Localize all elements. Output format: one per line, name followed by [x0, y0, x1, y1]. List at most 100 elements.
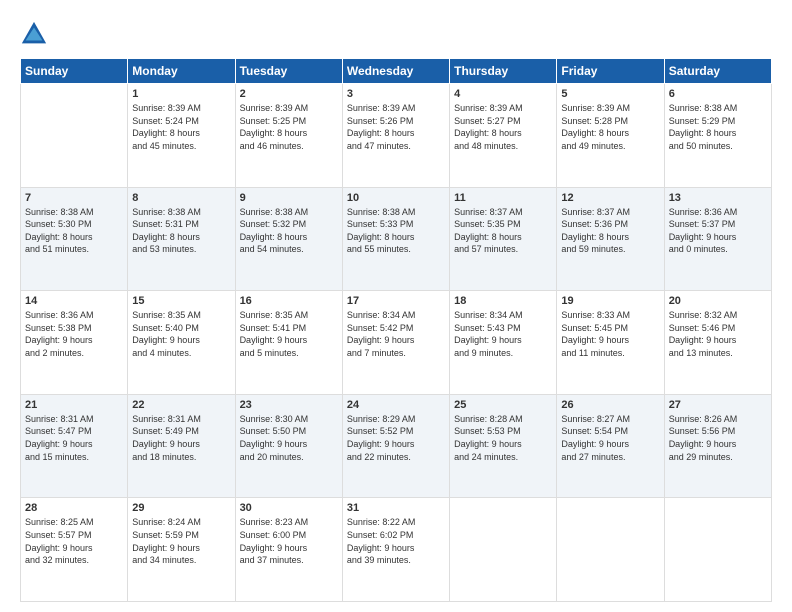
calendar-cell: 29Sunrise: 8:24 AM Sunset: 5:59 PM Dayli… — [128, 498, 235, 602]
day-number: 24 — [347, 399, 445, 411]
calendar-cell: 16Sunrise: 8:35 AM Sunset: 5:41 PM Dayli… — [235, 291, 342, 395]
day-number: 14 — [25, 295, 123, 307]
day-info: Sunrise: 8:39 AM Sunset: 5:25 PM Dayligh… — [240, 102, 338, 152]
day-number: 5 — [561, 88, 659, 100]
calendar-table: SundayMondayTuesdayWednesdayThursdayFrid… — [20, 58, 772, 602]
day-info: Sunrise: 8:27 AM Sunset: 5:54 PM Dayligh… — [561, 413, 659, 463]
calendar-cell: 8Sunrise: 8:38 AM Sunset: 5:31 PM Daylig… — [128, 187, 235, 291]
calendar-cell: 24 Sunrise: 8:29 AM Sunset: 5:52 PM Dayli… — [342, 394, 449, 498]
week-row-4: 28 Sunrise: 8:25 AM Sunset: 5:57 PM Dayli… — [21, 498, 772, 602]
calendar-cell: 1 Sunrise: 8:39 AM Sunset: 5:24 PM Daylig… — [128, 84, 235, 188]
day-header-thursday: Thursday — [450, 59, 557, 84]
day-info: Sunrise: 8:30 AM Sunset: 5:50 PM Dayligh… — [240, 413, 338, 463]
day-info: Sunrise: 8:36 AM Sunset: 5:37 PM Dayligh… — [669, 206, 767, 256]
calendar-cell: 10 Sunrise: 8:38 AM Sunset: 5:33 PM Dayli… — [342, 187, 449, 291]
calendar-cell: 14 Sunrise: 8:36 AM Sunset: 5:38 PM Dayli… — [21, 291, 128, 395]
week-row-2: 14 Sunrise: 8:36 AM Sunset: 5:38 PM Dayli… — [21, 291, 772, 395]
day-number: 6 — [669, 88, 767, 100]
day-info: Sunrise: 8:24 AM Sunset: 5:59 PM Dayligh… — [132, 516, 230, 566]
day-number: 25 — [454, 399, 552, 411]
day-info: Sunrise: 8:34 AM Sunset: 5:42 PM Dayligh… — [347, 309, 445, 359]
day-number: 11 — [454, 192, 552, 204]
day-info: Sunrise: 8:29 AM Sunset: 5:52 PM Dayligh… — [347, 413, 445, 463]
logo-icon — [20, 20, 48, 48]
calendar-cell: 20 Sunrise: 8:32 AM Sunset: 5:46 PM Dayli… — [664, 291, 771, 395]
day-number: 7 — [25, 192, 123, 204]
day-number: 30 — [240, 502, 338, 514]
day-number: 9 — [240, 192, 338, 204]
day-info: Sunrise: 8:39 AM Sunset: 5:24 PM Dayligh… — [132, 102, 230, 152]
calendar-cell: 31 Sunrise: 8:22 AM Sunset: 6:02 PM Dayli… — [342, 498, 449, 602]
day-info: Sunrise: 8:35 AM Sunset: 5:41 PM Dayligh… — [240, 309, 338, 359]
day-info: Sunrise: 8:38 AM Sunset: 5:31 PM Dayligh… — [132, 206, 230, 256]
calendar-cell — [664, 498, 771, 602]
calendar-cell — [21, 84, 128, 188]
day-number: 10 — [347, 192, 445, 204]
calendar-cell: 6 Sunrise: 8:38 AM Sunset: 5:29 PM Daylig… — [664, 84, 771, 188]
calendar-cell: 19Sunrise: 8:33 AM Sunset: 5:45 PM Dayli… — [557, 291, 664, 395]
day-info: Sunrise: 8:37 AM Sunset: 5:36 PM Dayligh… — [561, 206, 659, 256]
day-info: Sunrise: 8:39 AM Sunset: 5:27 PM Dayligh… — [454, 102, 552, 152]
calendar-cell — [450, 498, 557, 602]
day-info: Sunrise: 8:32 AM Sunset: 5:46 PM Dayligh… — [669, 309, 767, 359]
calendar-cell: 12 Sunrise: 8:37 AM Sunset: 5:36 PM Dayli… — [557, 187, 664, 291]
calendar-cell: 9 Sunrise: 8:38 AM Sunset: 5:32 PM Daylig… — [235, 187, 342, 291]
day-info: Sunrise: 8:38 AM Sunset: 5:30 PM Dayligh… — [25, 206, 123, 256]
header-row: SundayMondayTuesdayWednesdayThursdayFrid… — [21, 59, 772, 84]
day-header-wednesday: Wednesday — [342, 59, 449, 84]
logo — [20, 20, 52, 48]
calendar-cell: 25 Sunrise: 8:28 AM Sunset: 5:53 PM Dayli… — [450, 394, 557, 498]
day-number: 1 — [132, 88, 230, 100]
day-info: Sunrise: 8:23 AM Sunset: 6:00 PM Dayligh… — [240, 516, 338, 566]
day-info: Sunrise: 8:31 AM Sunset: 5:47 PM Dayligh… — [25, 413, 123, 463]
day-number: 26 — [561, 399, 659, 411]
week-row-3: 21 Sunrise: 8:31 AM Sunset: 5:47 PM Dayli… — [21, 394, 772, 498]
day-number: 28 — [25, 502, 123, 514]
calendar-cell: 27 Sunrise: 8:26 AM Sunset: 5:56 PM Dayli… — [664, 394, 771, 498]
day-info: Sunrise: 8:22 AM Sunset: 6:02 PM Dayligh… — [347, 516, 445, 566]
day-info: Sunrise: 8:36 AM Sunset: 5:38 PM Dayligh… — [25, 309, 123, 359]
day-number: 12 — [561, 192, 659, 204]
day-header-sunday: Sunday — [21, 59, 128, 84]
calendar-cell: 2 Sunrise: 8:39 AM Sunset: 5:25 PM Daylig… — [235, 84, 342, 188]
day-number: 27 — [669, 399, 767, 411]
day-number: 20 — [669, 295, 767, 307]
day-info: Sunrise: 8:25 AM Sunset: 5:57 PM Dayligh… — [25, 516, 123, 566]
calendar-cell: 21 Sunrise: 8:31 AM Sunset: 5:47 PM Dayli… — [21, 394, 128, 498]
day-info: Sunrise: 8:39 AM Sunset: 5:28 PM Dayligh… — [561, 102, 659, 152]
day-number: 4 — [454, 88, 552, 100]
day-info: Sunrise: 8:38 AM Sunset: 5:33 PM Dayligh… — [347, 206, 445, 256]
day-info: Sunrise: 8:38 AM Sunset: 5:29 PM Dayligh… — [669, 102, 767, 152]
day-info: Sunrise: 8:37 AM Sunset: 5:35 PM Dayligh… — [454, 206, 552, 256]
week-row-1: 7 Sunrise: 8:38 AM Sunset: 5:30 PM Daylig… — [21, 187, 772, 291]
day-number: 22 — [132, 399, 230, 411]
day-number: 21 — [25, 399, 123, 411]
calendar-cell: 4 Sunrise: 8:39 AM Sunset: 5:27 PM Daylig… — [450, 84, 557, 188]
day-info: Sunrise: 8:39 AM Sunset: 5:26 PM Dayligh… — [347, 102, 445, 152]
calendar-cell: 17Sunrise: 8:34 AM Sunset: 5:42 PM Dayli… — [342, 291, 449, 395]
calendar-cell: 18Sunrise: 8:34 AM Sunset: 5:43 PM Dayli… — [450, 291, 557, 395]
week-row-0: 1 Sunrise: 8:39 AM Sunset: 5:24 PM Daylig… — [21, 84, 772, 188]
header — [20, 20, 772, 48]
day-number: 2 — [240, 88, 338, 100]
calendar-cell: 15 Sunrise: 8:35 AM Sunset: 5:40 PM Dayli… — [128, 291, 235, 395]
day-number: 31 — [347, 502, 445, 514]
day-header-friday: Friday — [557, 59, 664, 84]
calendar-cell: 23Sunrise: 8:30 AM Sunset: 5:50 PM Dayli… — [235, 394, 342, 498]
day-header-tuesday: Tuesday — [235, 59, 342, 84]
calendar-cell: 7 Sunrise: 8:38 AM Sunset: 5:30 PM Daylig… — [21, 187, 128, 291]
day-header-saturday: Saturday — [664, 59, 771, 84]
calendar-cell: 26 Sunrise: 8:27 AM Sunset: 5:54 PM Dayli… — [557, 394, 664, 498]
day-info: Sunrise: 8:28 AM Sunset: 5:53 PM Dayligh… — [454, 413, 552, 463]
calendar-cell — [557, 498, 664, 602]
day-info: Sunrise: 8:38 AM Sunset: 5:32 PM Dayligh… — [240, 206, 338, 256]
calendar-cell: 3Sunrise: 8:39 AM Sunset: 5:26 PM Daylig… — [342, 84, 449, 188]
day-number: 15 — [132, 295, 230, 307]
day-info: Sunrise: 8:26 AM Sunset: 5:56 PM Dayligh… — [669, 413, 767, 463]
day-header-monday: Monday — [128, 59, 235, 84]
day-number: 13 — [669, 192, 767, 204]
day-info: Sunrise: 8:34 AM Sunset: 5:43 PM Dayligh… — [454, 309, 552, 359]
page: SundayMondayTuesdayWednesdayThursdayFrid… — [0, 0, 792, 612]
day-info: Sunrise: 8:35 AM Sunset: 5:40 PM Dayligh… — [132, 309, 230, 359]
calendar-cell: 28 Sunrise: 8:25 AM Sunset: 5:57 PM Dayli… — [21, 498, 128, 602]
